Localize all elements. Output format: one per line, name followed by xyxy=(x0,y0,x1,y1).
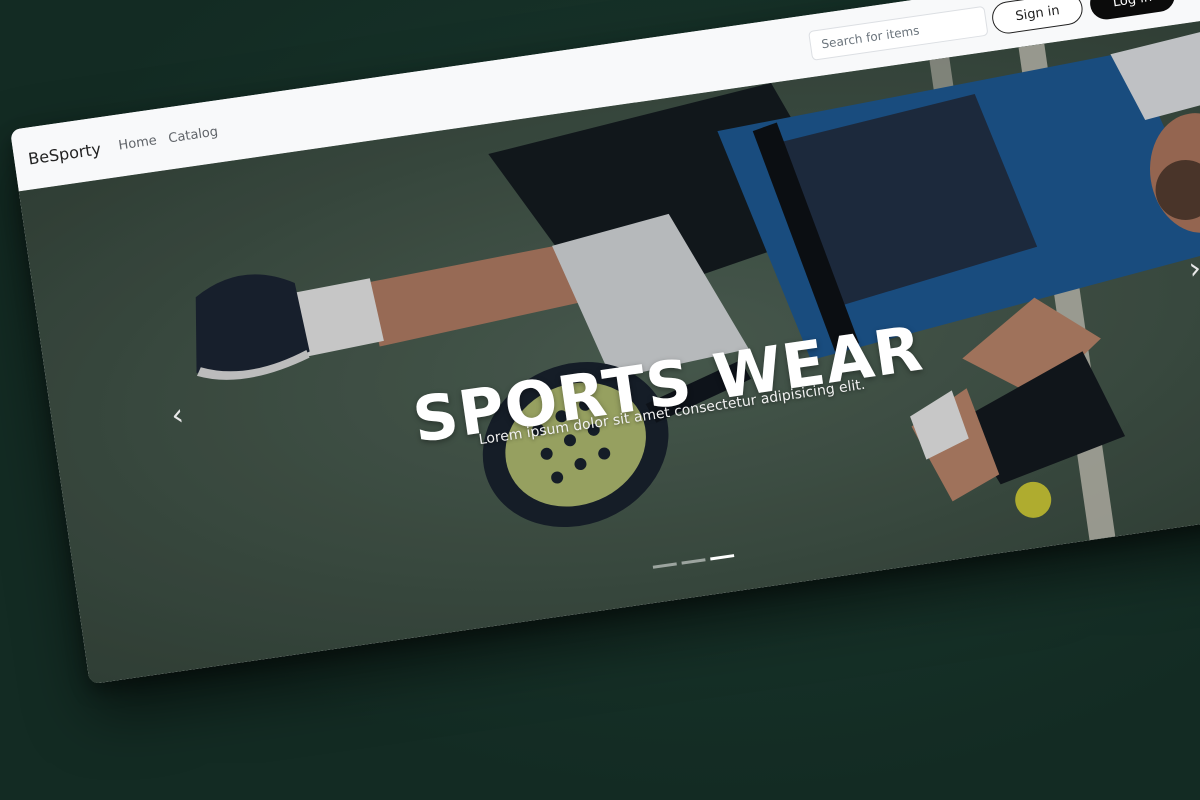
nav-link-home[interactable]: Home xyxy=(118,133,158,153)
search-input[interactable] xyxy=(808,5,989,61)
nav-link-catalog[interactable]: Catalog xyxy=(167,124,219,146)
browser-window: BeSporty Home Catalog Sign in Log in xyxy=(10,0,1200,685)
page-background: BeSporty Home Catalog Sign in Log in xyxy=(0,0,1200,800)
sign-in-button[interactable]: Sign in xyxy=(990,0,1085,36)
log-in-button[interactable]: Log in xyxy=(1087,0,1177,22)
brand-logo[interactable]: BeSporty xyxy=(27,139,102,168)
chevron-left-icon[interactable]: ‹ xyxy=(160,394,195,438)
